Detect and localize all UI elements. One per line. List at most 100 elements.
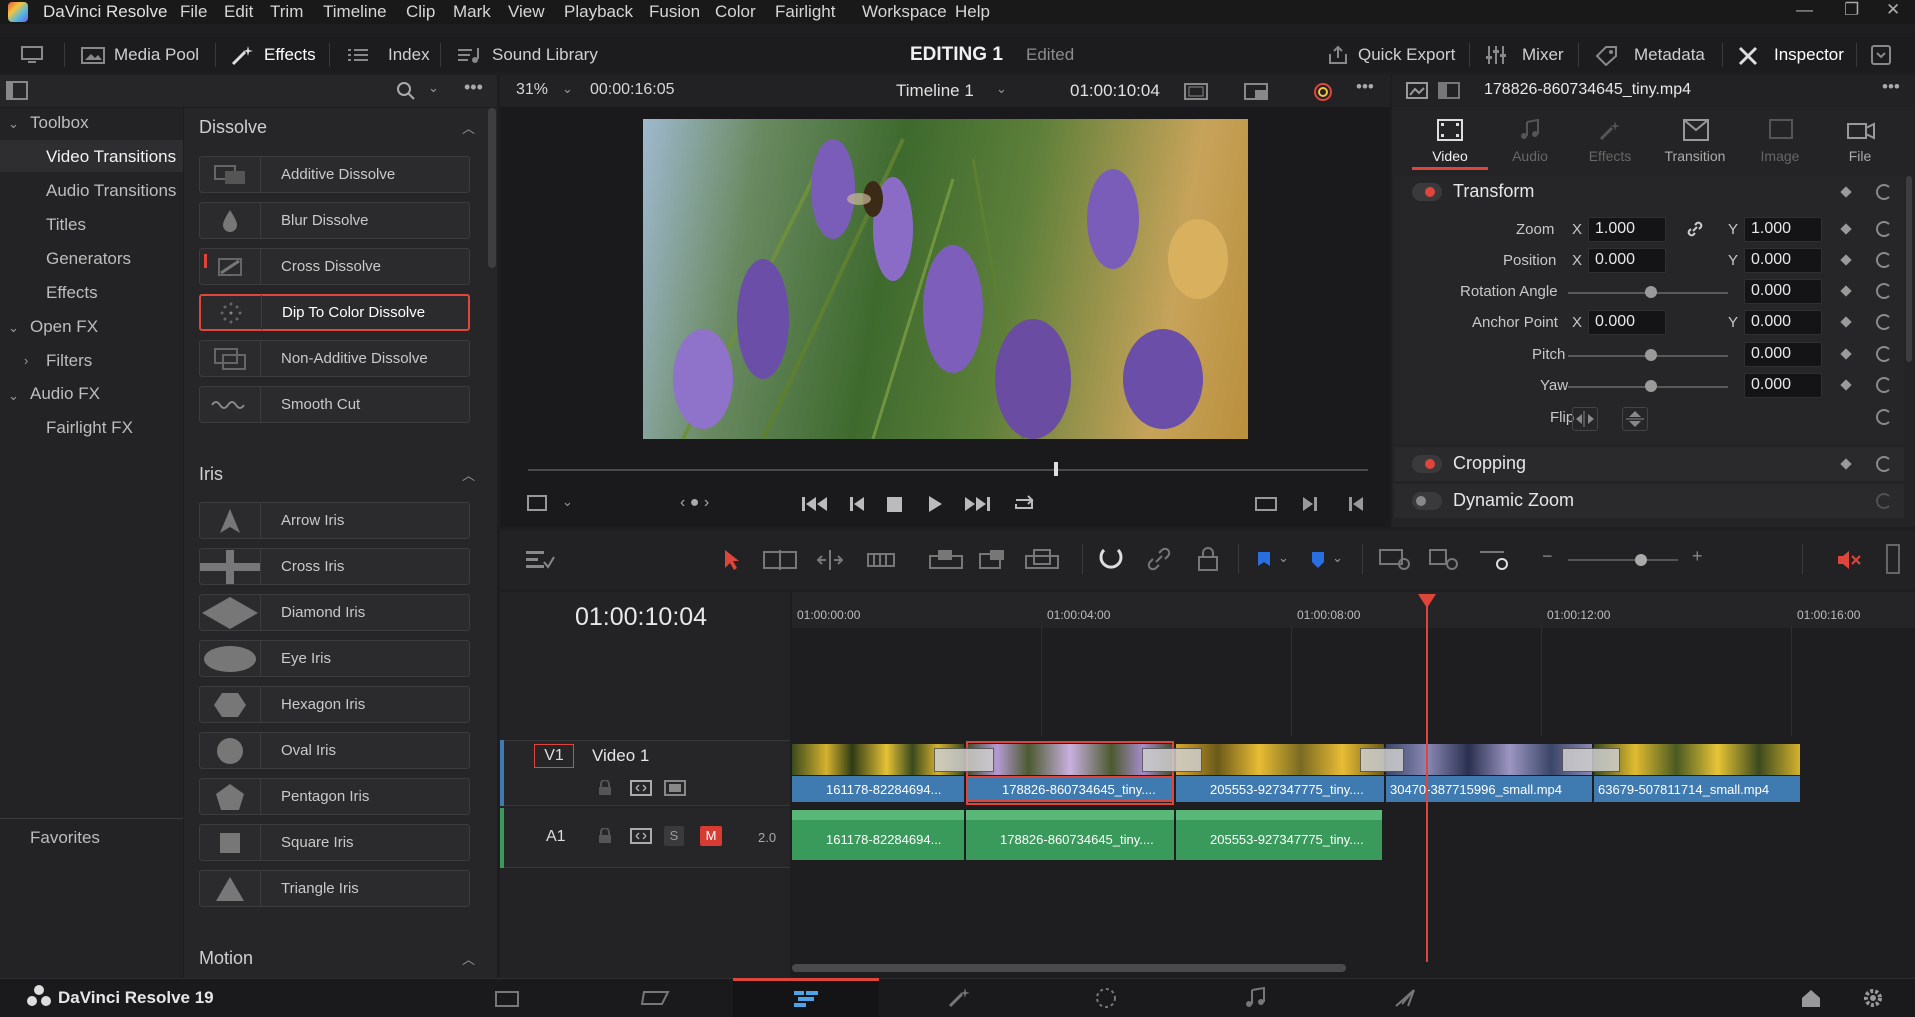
anchor-y-field[interactable]: 0.000 [1744, 310, 1822, 335]
video-clip-4[interactable]: 30470-387715996_small.mp4 [1386, 776, 1592, 802]
flip-reset-icon[interactable] [1876, 409, 1892, 425]
sound-library-button[interactable]: Sound Library [456, 37, 598, 72]
zoom-x-field[interactable]: 1.000 [1588, 217, 1666, 242]
position-y-field[interactable]: 0.000 [1744, 248, 1822, 273]
menu-mark[interactable]: Mark [453, 2, 491, 22]
video-clip-3[interactable]: 205553-927347775_tiny.... [1176, 776, 1384, 802]
cropping-toggle[interactable] [1412, 455, 1442, 473]
effect-oval-iris[interactable]: Oval Iris [199, 732, 470, 769]
effect-pentagon-iris[interactable]: Pentagon Iris [199, 778, 470, 815]
selection-arrow-icon[interactable] [722, 548, 742, 572]
settings-gear-icon[interactable] [1862, 987, 1884, 1009]
menu-fusion[interactable]: Fusion [649, 2, 700, 22]
snapping-icon[interactable] [1098, 546, 1124, 572]
menu-timeline[interactable]: Timeline [323, 2, 387, 22]
sidebar-item-open-fx[interactable]: Open FX [30, 317, 98, 337]
transform-reset-icon[interactable] [1876, 184, 1892, 200]
reverse-play-icon[interactable] [848, 494, 866, 514]
link-icon[interactable] [1686, 220, 1704, 238]
hd-output-icon[interactable] [1244, 83, 1268, 101]
audio-meter-icon[interactable] [1886, 544, 1900, 574]
menu-playback[interactable]: Playback [564, 2, 633, 22]
flag-icon[interactable] [1256, 550, 1272, 570]
page-color-icon[interactable] [1094, 986, 1118, 1010]
page-fairlight-icon[interactable] [1244, 986, 1268, 1010]
viewer-mode-icon[interactable] [1184, 83, 1208, 101]
sidebar-item-audio-fx[interactable]: Audio FX [30, 384, 100, 404]
zoom-chevron-icon[interactable]: ⌄ [562, 81, 573, 97]
home-icon[interactable] [1800, 987, 1822, 1009]
video-clip-5[interactable]: 63679-507811714_small.mp4 [1594, 776, 1800, 802]
audio-clip-2[interactable]: 178826-860734645_tiny.... [966, 810, 1174, 860]
transition-2[interactable] [1142, 748, 1202, 772]
pitch-field[interactable]: 0.000 [1744, 342, 1822, 367]
match-frame-icon[interactable] [1254, 494, 1278, 514]
sidebar-item-audio-transitions[interactable]: Audio Transitions [46, 181, 176, 201]
menu-workspace[interactable]: Workspace [862, 2, 947, 22]
transition-3[interactable] [1360, 748, 1404, 772]
effect-non-additive-dissolve[interactable]: Non-Additive Dissolve [199, 340, 470, 377]
collapse-dissolve-icon[interactable]: ︿ [462, 118, 475, 137]
menu-view[interactable]: View [508, 2, 545, 22]
sidebar-item-video-transitions[interactable]: Video Transitions [46, 147, 176, 167]
yaw-reset-icon[interactable] [1876, 377, 1892, 393]
workspace-icon[interactable] [20, 37, 44, 72]
tab-transition[interactable]: Transition [1652, 116, 1738, 170]
a1-tag[interactable]: A1 [546, 828, 566, 846]
loop-icon[interactable] [1010, 494, 1038, 514]
pitch-slider-knob[interactable] [1645, 349, 1657, 361]
position-lock-icon[interactable] [1196, 546, 1220, 572]
marker-chevron-icon[interactable]: ⌄ [1332, 550, 1343, 566]
effect-smooth-cut[interactable]: Smooth Cut [199, 386, 470, 423]
rotation-reset-icon[interactable] [1876, 283, 1892, 299]
search-options-chevron-icon[interactable]: ⌄ [428, 80, 439, 96]
overwrite-clip-icon[interactable] [978, 548, 1008, 572]
effect-diamond-iris[interactable]: Diamond Iris [199, 594, 470, 631]
restore-icon[interactable]: ❐ [1844, 0, 1859, 20]
more-options-icon[interactable]: ••• [464, 77, 483, 98]
tab-file[interactable]: File [1822, 116, 1898, 170]
skip-to-end-icon[interactable] [962, 494, 992, 514]
sidebar-item-effects[interactable]: Effects [46, 283, 98, 303]
transform-toggle[interactable] [1412, 183, 1442, 201]
dynamic-trim-icon[interactable] [812, 548, 848, 572]
inspector-more-icon[interactable]: ••• [1882, 77, 1900, 97]
tab-image[interactable]: Image [1742, 116, 1818, 170]
collapse-iris-icon[interactable]: ︿ [462, 465, 475, 484]
effect-hexagon-iris[interactable]: Hexagon Iris [199, 686, 470, 723]
v1-lock-icon[interactable] [598, 780, 612, 796]
effect-blur-dissolve[interactable]: Blur Dissolve [199, 202, 470, 239]
audio-clip-3[interactable]: 205553-927347775_tiny.... [1176, 810, 1382, 860]
marker-icon[interactable] [1310, 550, 1326, 570]
sidebar-item-titles[interactable]: Titles [46, 215, 86, 235]
close-icon[interactable]: ✕ [1886, 0, 1900, 20]
page-cut-icon[interactable] [640, 988, 674, 1008]
cropping-keyframe-icon[interactable] [1840, 458, 1852, 470]
video-clip-1[interactable]: 161178-82284694... [792, 776, 964, 802]
replace-clip-icon[interactable] [1024, 548, 1060, 572]
viewer-zoom[interactable]: 31% [516, 81, 548, 99]
v1-tag[interactable]: V1 [534, 744, 574, 768]
zoom-reset-icon[interactable] [1876, 221, 1892, 237]
dynamic-zoom-toggle[interactable] [1412, 492, 1442, 510]
collapse-motion-icon[interactable]: ︿ [462, 949, 475, 968]
a1-mute-button[interactable]: M [700, 826, 722, 846]
yaw-field[interactable]: 0.000 [1744, 373, 1822, 398]
menu-fairlight[interactable]: Fairlight [775, 2, 835, 22]
media-pool-button[interactable]: Media Pool [80, 37, 199, 72]
a1-solo-button[interactable]: S [664, 826, 684, 846]
video-clip-5-thumbnails[interactable] [1594, 744, 1800, 775]
effect-cross-dissolve[interactable]: Cross Dissolve [199, 248, 470, 285]
v1-auto-select-icon[interactable] [630, 780, 652, 796]
video-clip-2[interactable]: 178826-860734645_tiny.... [966, 776, 1174, 802]
mixer-button[interactable]: Mixer [1484, 37, 1564, 72]
v1-disable-video-icon[interactable] [664, 780, 686, 796]
menu-clip[interactable]: Clip [406, 2, 435, 22]
timeline-scrollbar[interactable] [792, 964, 1346, 972]
panel-toggle-icon[interactable] [1870, 37, 1892, 72]
audio-clip-1[interactable]: 161178-82284694... [792, 810, 964, 860]
cropping-section[interactable]: Cropping [1394, 447, 1904, 481]
zoom-detail-icon[interactable] [1428, 546, 1464, 572]
zoom-out-icon[interactable]: − [1542, 546, 1553, 567]
sidebar-item-filters[interactable]: Filters [46, 351, 92, 371]
